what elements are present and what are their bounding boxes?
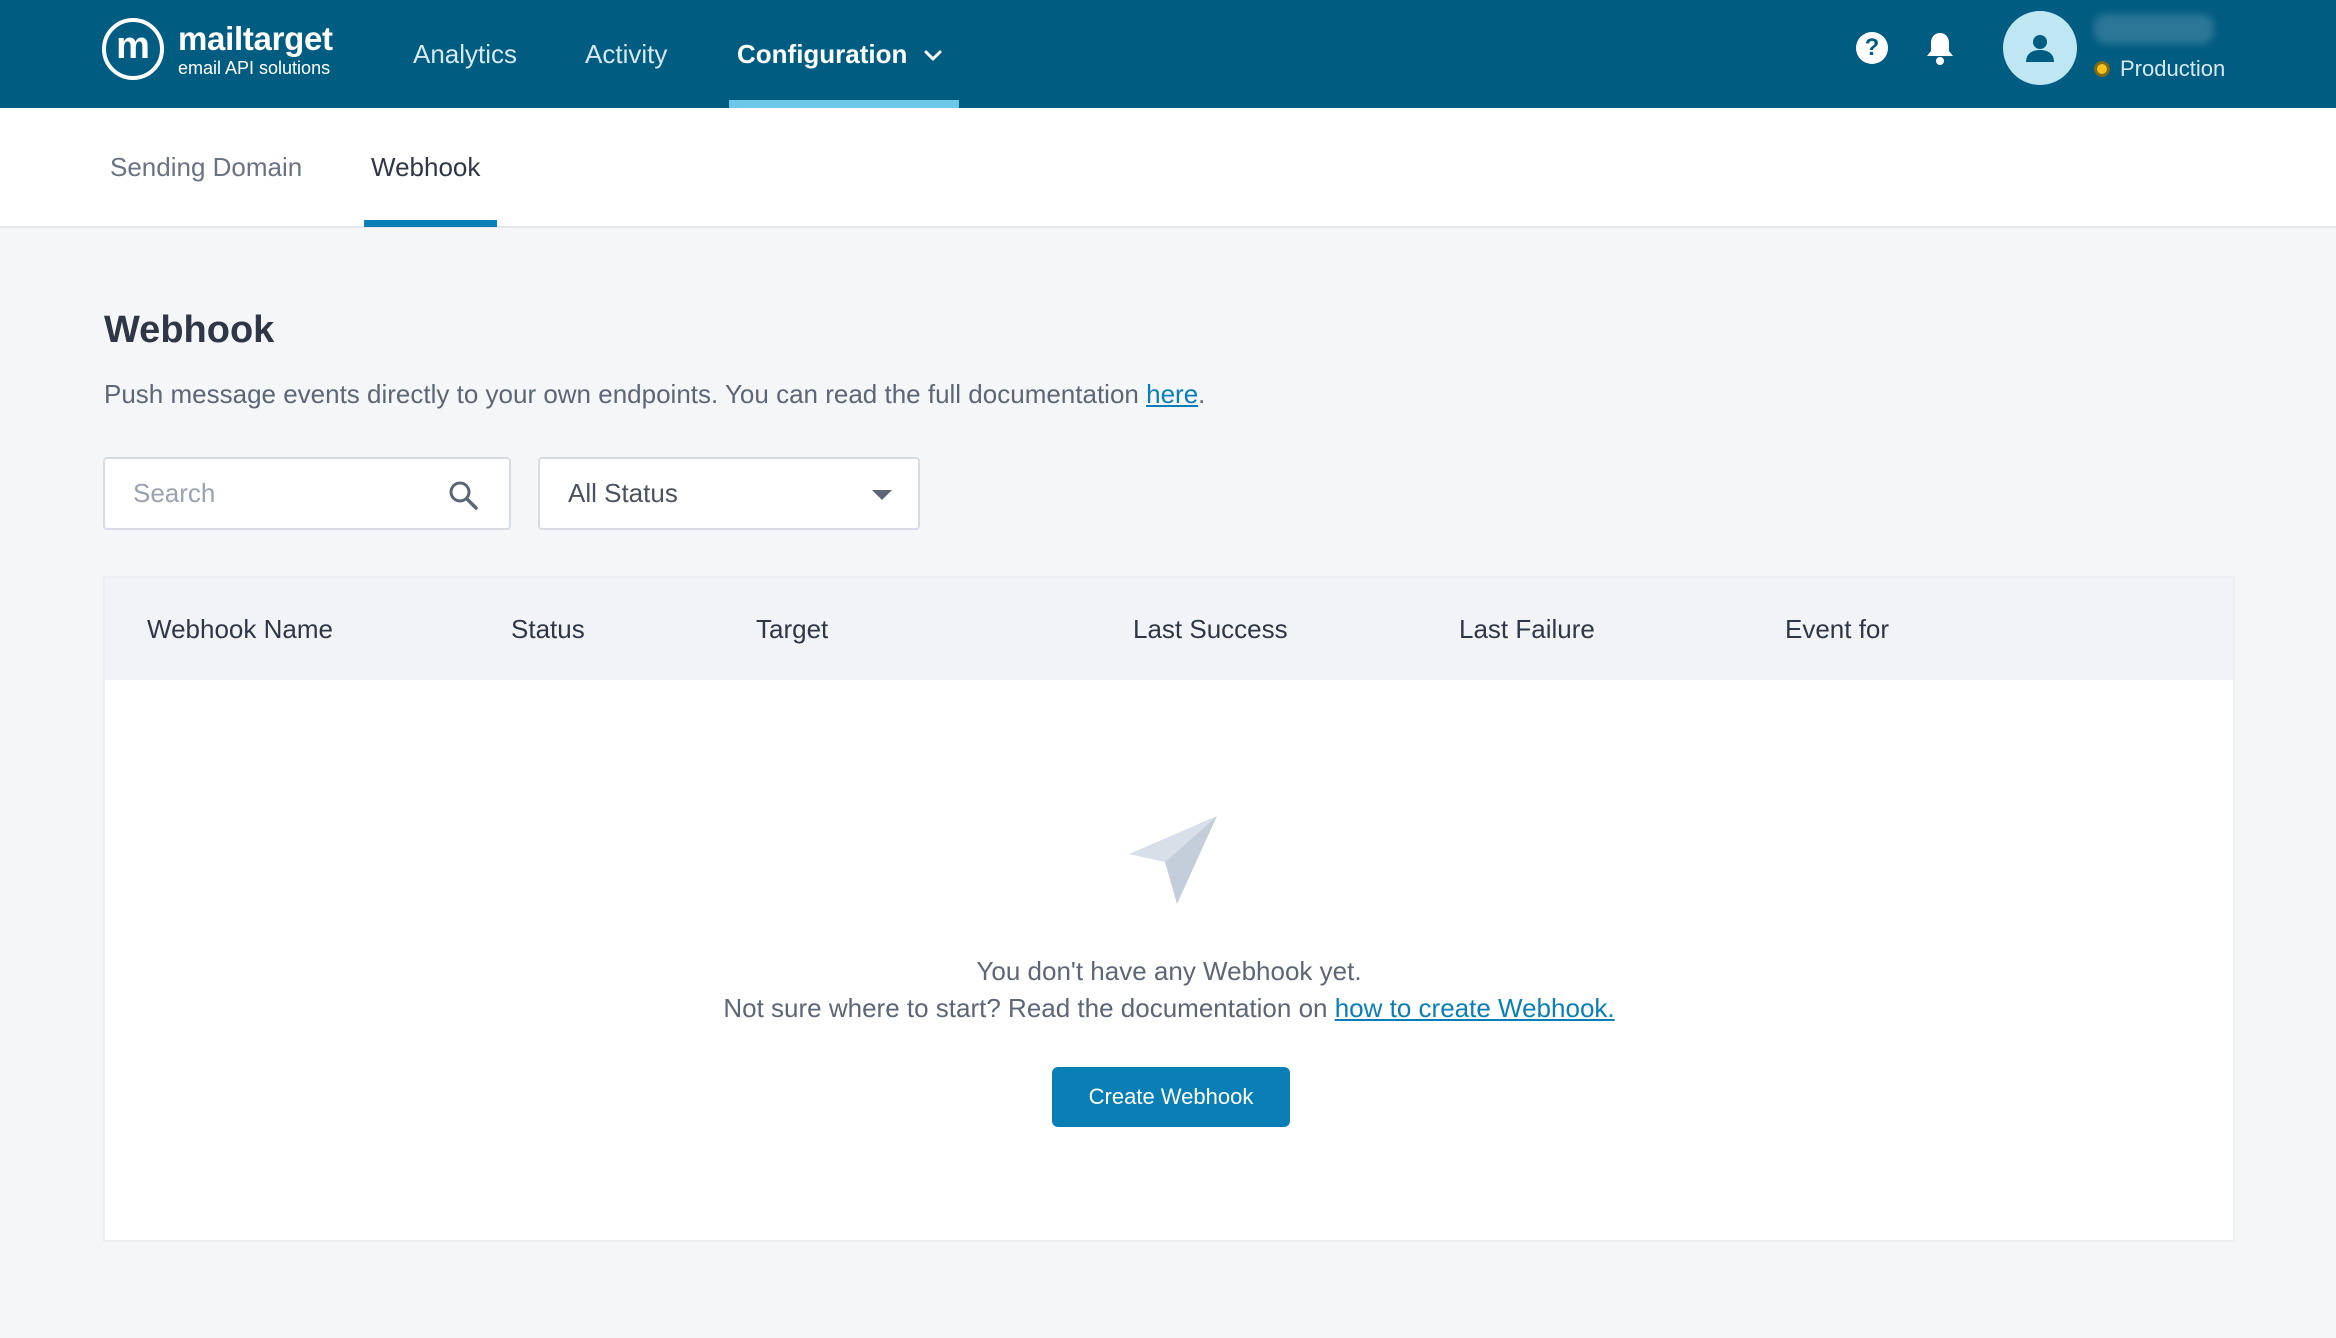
- empty-state-title: You don't have any Webhook yet.: [976, 956, 1362, 986]
- column-header-last-success: Last Success: [1133, 613, 1288, 644]
- search-box: [103, 457, 511, 530]
- webhook-table: Webhook Name Status Target Last Success …: [103, 576, 2235, 1242]
- column-header-webhook-name: Webhook Name: [147, 613, 333, 644]
- status-filter-select[interactable]: All Status: [538, 457, 920, 530]
- column-header-status: Status: [511, 613, 585, 644]
- status-filter-value: All Status: [568, 478, 678, 508]
- logo-text: mailtarget email API solutions: [178, 19, 333, 78]
- nav-analytics[interactable]: Analytics: [413, 0, 517, 108]
- logo-mark: m: [102, 18, 164, 80]
- tab-webhook[interactable]: Webhook: [371, 108, 480, 226]
- sub-tabs: Sending Domain Webhook: [0, 108, 2336, 228]
- empty-state-help-text: Not sure where to start? Read the docume…: [723, 993, 1335, 1023]
- logo[interactable]: m mailtarget email API solutions: [102, 18, 333, 80]
- environment-status-dot: [2094, 61, 2110, 77]
- column-header-last-failure: Last Failure: [1459, 613, 1595, 644]
- chevron-down-icon: [923, 39, 943, 70]
- caret-down-icon: [872, 490, 892, 500]
- top-navigation-bar: m mailtarget email API solutions Analyti…: [0, 0, 2336, 108]
- nav-active-indicator: [729, 100, 959, 108]
- documentation-link[interactable]: here: [1146, 379, 1198, 409]
- tab-webhook-label: Webhook: [371, 151, 481, 182]
- nav-activity[interactable]: Activity: [585, 0, 667, 108]
- column-header-event-for: Event for: [1785, 613, 1890, 644]
- logo-tagline: email API solutions: [178, 57, 331, 78]
- how-to-create-webhook-link[interactable]: how to create Webhook.: [1335, 993, 1615, 1023]
- table-header: Webhook Name Status Target Last Success …: [105, 578, 2233, 680]
- bell-icon[interactable]: [1924, 30, 1956, 66]
- page-description: Push message events directly to your own…: [104, 379, 1205, 410]
- logo-name: mailtarget: [178, 19, 333, 57]
- tab-sending-domain[interactable]: Sending Domain: [110, 108, 302, 226]
- environment-indicator[interactable]: Production: [2094, 56, 2225, 82]
- search-icon[interactable]: [447, 479, 479, 511]
- environment-label: Production: [2120, 56, 2226, 81]
- page-title: Webhook: [104, 309, 275, 351]
- page-description-end: .: [1198, 379, 1206, 409]
- user-icon: [2026, 35, 2054, 62]
- avatar[interactable]: [2003, 11, 2077, 85]
- page-description-text: Push message events directly to your own…: [104, 379, 1147, 409]
- nav-activity-label: Activity: [585, 38, 668, 69]
- create-webhook-button[interactable]: Create Webhook: [1052, 1067, 1290, 1127]
- search-input[interactable]: [105, 459, 435, 528]
- column-header-target: Target: [756, 613, 829, 644]
- nav-configuration[interactable]: Configuration: [737, 0, 943, 108]
- tab-sending-domain-label: Sending Domain: [110, 151, 303, 182]
- tab-active-indicator: [364, 220, 497, 227]
- empty-state-help: Not sure where to start? Read the docume…: [105, 993, 2233, 1024]
- nav-configuration-label: Configuration: [737, 38, 908, 69]
- username-blurred: [2094, 14, 2214, 44]
- paper-plane-icon: [1129, 816, 1217, 904]
- help-icon[interactable]: ?: [1856, 32, 1888, 64]
- nav-analytics-label: Analytics: [413, 38, 518, 69]
